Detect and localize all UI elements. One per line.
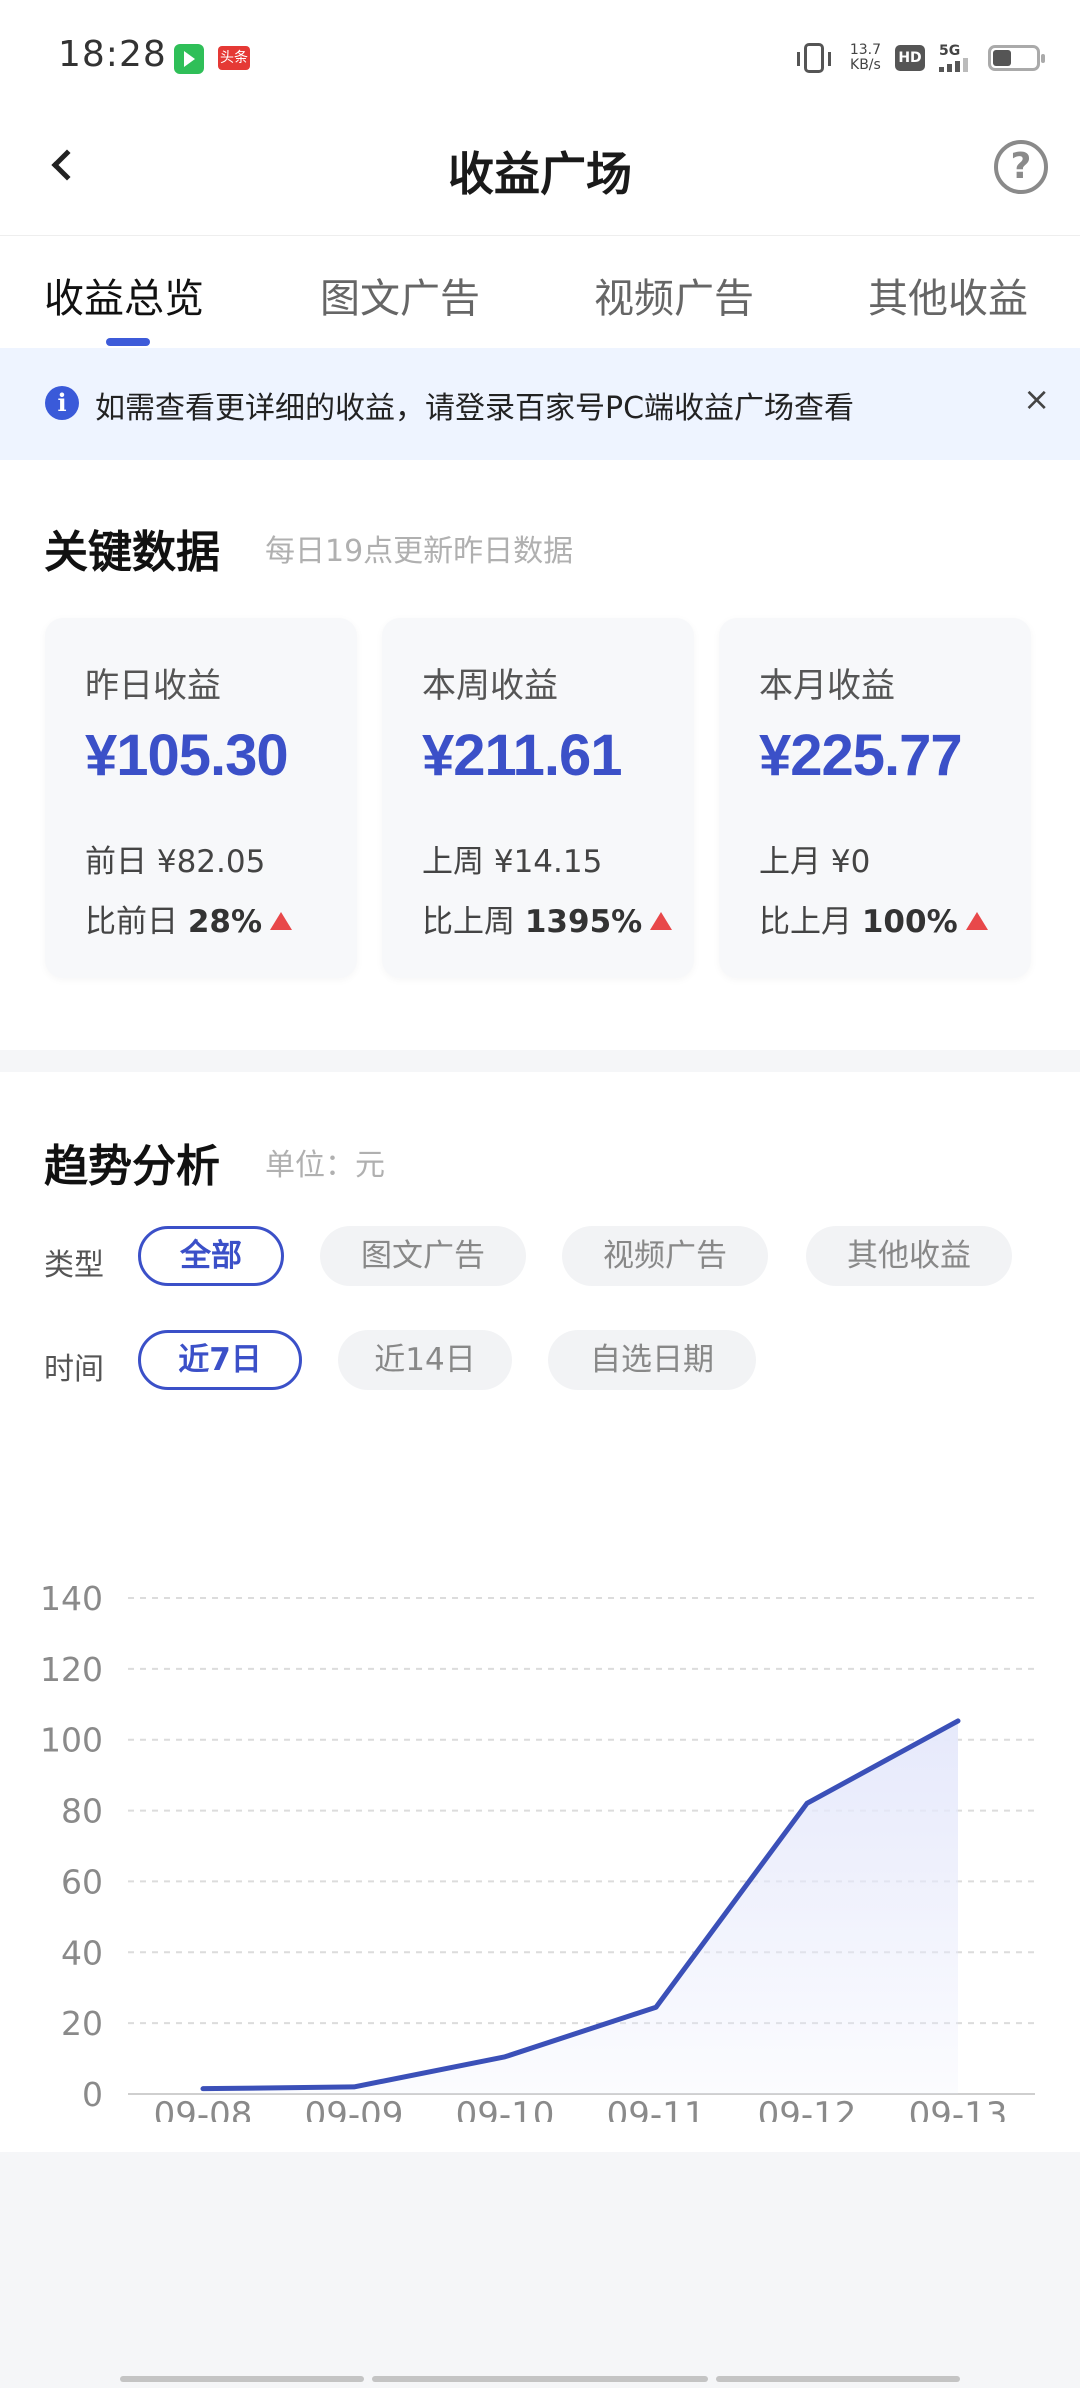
card-previous: 上周 ¥14.15: [422, 844, 603, 880]
hd-icon: HD: [895, 45, 925, 71]
card-compare-value: 28%: [187, 904, 263, 940]
x-tick-label: 09-11: [607, 2095, 706, 2122]
tab-video-ads[interactable]: 视频广告: [594, 266, 754, 324]
signal-icon: 5G: [939, 44, 968, 72]
tab-active-indicator: [106, 338, 150, 346]
card-compare: 比上周 1395%: [422, 896, 673, 941]
tab-image-ads[interactable]: 图文广告: [320, 266, 480, 324]
card-previous: 上月 ¥0: [759, 844, 871, 880]
card-compare-label: 比前日: [85, 904, 178, 940]
card-previous: 前日 ¥82.05: [85, 844, 266, 880]
tab-overview[interactable]: 收益总览: [44, 266, 204, 324]
gesture-bar: [716, 2376, 960, 2382]
time-chip-14-days[interactable]: 近14日: [338, 1330, 512, 1390]
card-value: ¥225.77: [759, 723, 963, 788]
time-filter-label: 时间: [44, 1352, 104, 1387]
network-type: 5G: [939, 43, 961, 59]
time-chip-7-days[interactable]: 近7日: [138, 1330, 302, 1390]
up-arrow-icon: [650, 912, 673, 930]
y-tick-label: 80: [61, 1792, 103, 1831]
status-time: 18:28: [58, 34, 167, 75]
type-chip-other-income[interactable]: 其他收益: [806, 1226, 1012, 1286]
key-data-title: 关键数据: [44, 527, 220, 578]
x-tick-label: 09-12: [758, 2095, 857, 2122]
x-tick-label: 09-08: [154, 2095, 253, 2122]
type-chip-image-ads[interactable]: 图文广告: [320, 1226, 526, 1286]
card-compare-value: 1395%: [524, 904, 643, 940]
toutiao-app-icon: 头条: [218, 46, 250, 70]
series-area: [203, 1720, 958, 2094]
up-arrow-icon: [270, 912, 293, 930]
network-speed: 13.7 KB/s: [850, 43, 881, 73]
network-speed-value: 13.7: [849, 42, 881, 58]
x-tick-label: 09-10: [456, 2095, 555, 2122]
income-card-yesterday[interactable]: 昨日收益 ¥105.30 前日 ¥82.05 比前日 28%: [45, 618, 357, 978]
trend-chart[interactable]: 0 20 40 60 80 100 120 140 09-08 09-09 09-10 09-11 09…: [0, 1482, 1080, 2122]
type-filter-label: 类型: [44, 1248, 104, 1283]
y-tick-label: 0: [82, 2075, 103, 2114]
help-icon[interactable]: ?: [994, 140, 1048, 194]
income-card-month[interactable]: 本月收益 ¥225.77 上月 ¥0 比上月 100%: [719, 618, 1031, 978]
gesture-bar: [372, 2376, 708, 2382]
up-arrow-icon: [965, 912, 988, 930]
trend-unit: 单位：元: [265, 1148, 385, 1183]
card-compare-label: 比上周: [422, 904, 515, 940]
card-compare-label: 比上月: [759, 904, 852, 940]
y-tick-label: 120: [40, 1650, 103, 1689]
card-compare: 比前日 28%: [85, 896, 293, 941]
status-bar: 18:28 头条 13.7 KB/s HD 5G: [0, 0, 1080, 110]
notice-text: 如需查看更详细的收益，请登录百家号PC端收益广场查看: [95, 391, 855, 426]
key-data-subtitle: 每日19点更新昨日数据: [265, 534, 574, 569]
nav-bar: 收益广场 ?: [0, 110, 1080, 236]
card-compare-value: 100%: [861, 904, 958, 940]
trend-section: 趋势分析 单位：元 类型 全部 图文广告 视频广告 其他收益 时间 近7日 近1…: [0, 1072, 1080, 2152]
y-tick-label: 100: [40, 1721, 103, 1760]
close-icon[interactable]: ×: [1023, 380, 1050, 418]
card-label: 昨日收益: [85, 666, 221, 706]
type-chip-all[interactable]: 全部: [138, 1226, 284, 1286]
notice-banner: i 如需查看更详细的收益，请登录百家号PC端收益广场查看 ×: [0, 348, 1080, 460]
card-value: ¥211.61: [422, 723, 622, 788]
card-compare: 比上月 100%: [759, 896, 988, 941]
info-icon: i: [45, 386, 79, 420]
battery-icon: [988, 45, 1045, 71]
y-tick-label: 60: [61, 1862, 103, 1901]
y-tick-label: 140: [40, 1579, 103, 1618]
card-value: ¥105.30: [85, 723, 289, 788]
y-tick-label: 40: [61, 1933, 103, 1972]
card-label: 本周收益: [422, 666, 558, 706]
tab-bar: 收益总览 图文广告 视频广告 其他收益: [0, 236, 1080, 348]
gesture-bar: [120, 2376, 364, 2382]
income-card-week[interactable]: 本周收益 ¥211.61 上周 ¥14.15 比上周 1395%: [382, 618, 694, 978]
x-tick-label: 09-13: [909, 2095, 1008, 2122]
tab-other-income[interactable]: 其他收益: [868, 266, 1028, 324]
vibrate-icon: [796, 43, 831, 73]
key-data-section: 关键数据 每日19点更新昨日数据 昨日收益 ¥105.30 前日 ¥82.05 …: [0, 460, 1080, 1050]
time-chip-custom-date[interactable]: 自选日期: [548, 1330, 756, 1390]
page-title: 收益广场: [448, 147, 632, 201]
network-speed-unit: KB/s: [850, 57, 881, 73]
video-app-icon: [174, 44, 204, 74]
x-tick-label: 09-09: [305, 2095, 404, 2122]
y-tick-label: 20: [61, 2004, 103, 2043]
type-chip-video-ads[interactable]: 视频广告: [562, 1226, 768, 1286]
card-label: 本月收益: [759, 666, 895, 706]
trend-title: 趋势分析: [44, 1141, 220, 1192]
